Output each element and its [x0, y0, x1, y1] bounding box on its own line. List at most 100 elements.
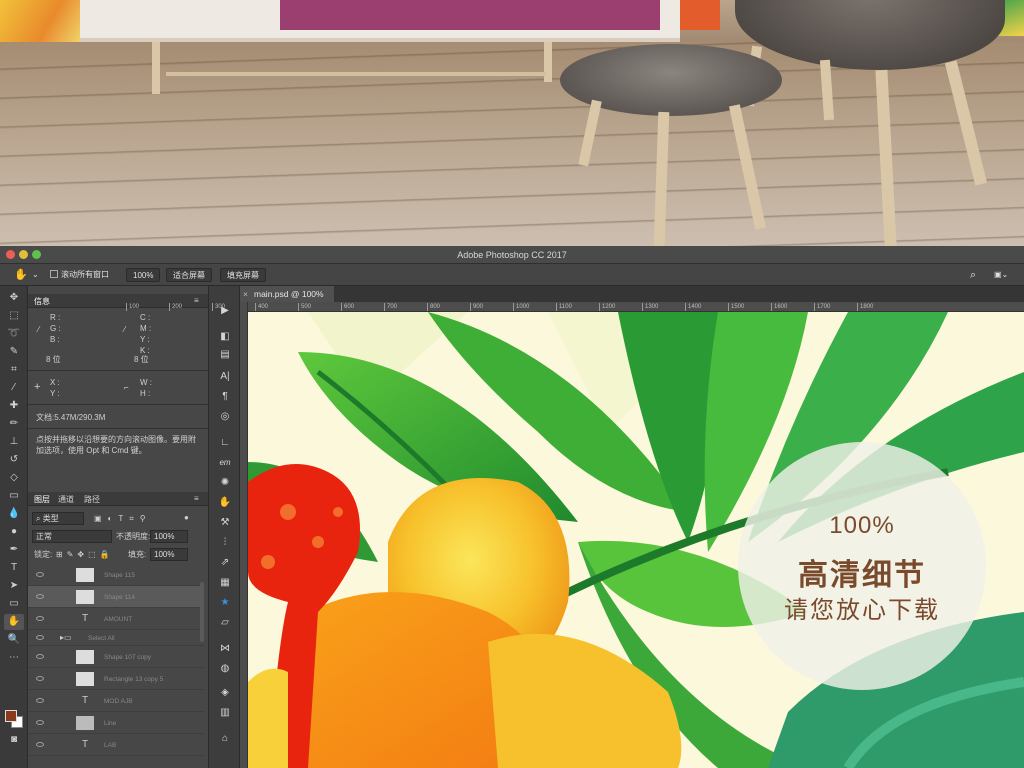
blur-tool-icon[interactable]: 💧: [4, 506, 24, 522]
filter-kind-label: 类型: [42, 514, 59, 523]
zoom-icon[interactable]: [32, 250, 41, 259]
tab-channels[interactable]: 通道: [58, 494, 74, 505]
fill-field[interactable]: 100%: [150, 548, 188, 561]
grid-icon[interactable]: ▦: [217, 576, 233, 590]
layer-name: Shape 107 copy: [104, 654, 151, 661]
tab-layers[interactable]: 图层: [34, 494, 50, 505]
measure-icon[interactable]: ∟: [217, 436, 233, 450]
adjustments-icon[interactable]: ◧: [217, 330, 233, 344]
marquee-tool-icon[interactable]: ⬚: [4, 308, 24, 324]
lasso-tool-icon[interactable]: ➰: [4, 326, 24, 342]
layer-row[interactable]: Line: [28, 712, 204, 734]
quick-select-icon[interactable]: ✎: [4, 344, 24, 360]
layer-row[interactable]: Shape 107 copy: [28, 646, 204, 668]
eyedropper-icon: ⁄: [38, 325, 40, 334]
rectangle-tool-icon[interactable]: ▭: [4, 596, 24, 612]
chevron-down-icon[interactable]: ⌄: [32, 268, 39, 282]
eraser-tool-icon[interactable]: ◇: [4, 470, 24, 486]
eye-icon[interactable]: [36, 635, 44, 640]
eye-icon[interactable]: [36, 594, 44, 599]
fit-screen-button[interactable]: 适合屏幕: [166, 268, 212, 282]
eye-icon[interactable]: [36, 742, 44, 747]
info-h-label: H :: [140, 389, 151, 398]
layer-row[interactable]: T LAB: [28, 734, 204, 756]
styles-icon[interactable]: ◍: [217, 662, 233, 676]
layers-scrollbar[interactable]: [200, 582, 204, 642]
layer-filter-icons[interactable]: ▣◐T⌗⚲: [94, 513, 152, 524]
tab-info[interactable]: 信息: [34, 296, 50, 307]
hand-tool-icon[interactable]: ✋: [4, 614, 24, 630]
layer-row[interactable]: T MOD AJB: [28, 690, 204, 712]
move-tool-icon[interactable]: ✥: [4, 290, 24, 306]
channels-icon[interactable]: ▥: [217, 706, 233, 720]
scroll-all-windows-checkbox[interactable]: 滚动所有窗口: [50, 268, 109, 282]
opacity-field[interactable]: 100%: [150, 530, 188, 543]
layer-thumbnail: [76, 672, 94, 686]
tool-presets-icon[interactable]: ⚒: [217, 516, 233, 530]
star-icon[interactable]: ★: [217, 596, 233, 610]
brush-settings-icon[interactable]: ✺: [217, 476, 233, 490]
history-brush-icon[interactable]: ↺: [4, 452, 24, 468]
eye-icon[interactable]: [36, 616, 44, 621]
more-tools-icon[interactable]: ⋯: [4, 650, 24, 666]
path-select-icon[interactable]: ➤: [4, 578, 24, 594]
close-icon[interactable]: ×: [243, 286, 248, 302]
minimize-icon[interactable]: [19, 250, 28, 259]
dodge-tool-icon[interactable]: ●: [4, 524, 24, 540]
lemon: [248, 668, 288, 768]
blend-mode-select[interactable]: 正常: [32, 530, 112, 543]
quick-mask-icon[interactable]: ◙: [4, 732, 24, 748]
layer-group-row[interactable]: ▸▭ Select All: [28, 630, 204, 646]
brush-tool-icon[interactable]: ✏: [4, 416, 24, 432]
type-tool-icon[interactable]: T: [4, 560, 24, 576]
panel-menu-icon[interactable]: ≡: [194, 494, 199, 503]
properties-icon[interactable]: ⫶: [217, 536, 233, 550]
ruler-tick: 1700: [814, 303, 830, 311]
paragraph-icon[interactable]: ¶: [217, 390, 233, 404]
ruler-tick: 1800: [857, 303, 873, 311]
badge-line-1: 100%: [829, 512, 895, 539]
transform-icon[interactable]: ⋈: [217, 642, 233, 656]
checkbox-icon[interactable]: [50, 270, 58, 278]
histogram-icon[interactable]: ▤: [217, 348, 233, 362]
ruler-tick: 1300: [642, 303, 658, 311]
clone-source-icon[interactable]: ✋: [217, 496, 233, 510]
eyedropper-icon[interactable]: ⁄: [4, 380, 24, 396]
eye-icon[interactable]: [36, 676, 44, 681]
pen-tool-icon[interactable]: ✒: [4, 542, 24, 558]
character-icon[interactable]: A|: [217, 370, 233, 384]
document-tab[interactable]: × main.psd @ 100%: [240, 286, 334, 302]
layer-row[interactable]: Shape 115: [28, 564, 204, 586]
paths-icon[interactable]: ⌂: [217, 732, 233, 746]
zoom-tool-icon[interactable]: 🔍: [4, 632, 24, 648]
layers-icon[interactable]: ◈: [217, 686, 233, 700]
glyphs-icon[interactable]: em: [217, 456, 233, 470]
layer-row[interactable]: T AMOUNT: [28, 608, 204, 630]
eye-icon[interactable]: [36, 654, 44, 659]
hand-tool-icon[interactable]: ✋: [14, 268, 28, 282]
foreground-color-swatch[interactable]: [5, 710, 17, 722]
eye-icon[interactable]: [36, 572, 44, 577]
gradient-tool-icon[interactable]: ▭: [4, 488, 24, 504]
close-icon[interactable]: [6, 250, 15, 259]
swatches-icon[interactable]: ⇗: [217, 556, 233, 570]
stamp-tool-icon[interactable]: ⊥: [4, 434, 24, 450]
crop-tool-icon[interactable]: ⌗: [4, 362, 24, 378]
zoom-100-button[interactable]: 100%: [126, 268, 161, 282]
search-icon[interactable]: ⌕: [970, 268, 976, 282]
tab-paths[interactable]: 路径: [84, 494, 100, 505]
healing-brush-icon[interactable]: ✚: [4, 398, 24, 414]
layer-filter-select[interactable]: ⌕ 类型: [32, 512, 84, 525]
layer-row-selected[interactable]: Shape 114: [28, 586, 204, 608]
eye-icon[interactable]: [36, 720, 44, 725]
eye-icon[interactable]: [36, 698, 44, 703]
layer-row[interactable]: Rectangle 13 copy 5: [28, 668, 204, 690]
lock-icons[interactable]: ⊞✎✥⬚🔒: [56, 549, 114, 560]
filter-toggle-icon[interactable]: ●: [184, 512, 189, 523]
shape-icon[interactable]: ▱: [217, 616, 233, 630]
fill-screen-button[interactable]: 填充屏幕: [220, 268, 266, 282]
panel-menu-icon[interactable]: ≡: [194, 296, 199, 305]
navigator-icon[interactable]: ◎: [217, 410, 233, 424]
text-layer-icon: T: [82, 739, 89, 750]
workspace-icon[interactable]: ▣⌄: [994, 268, 1008, 282]
